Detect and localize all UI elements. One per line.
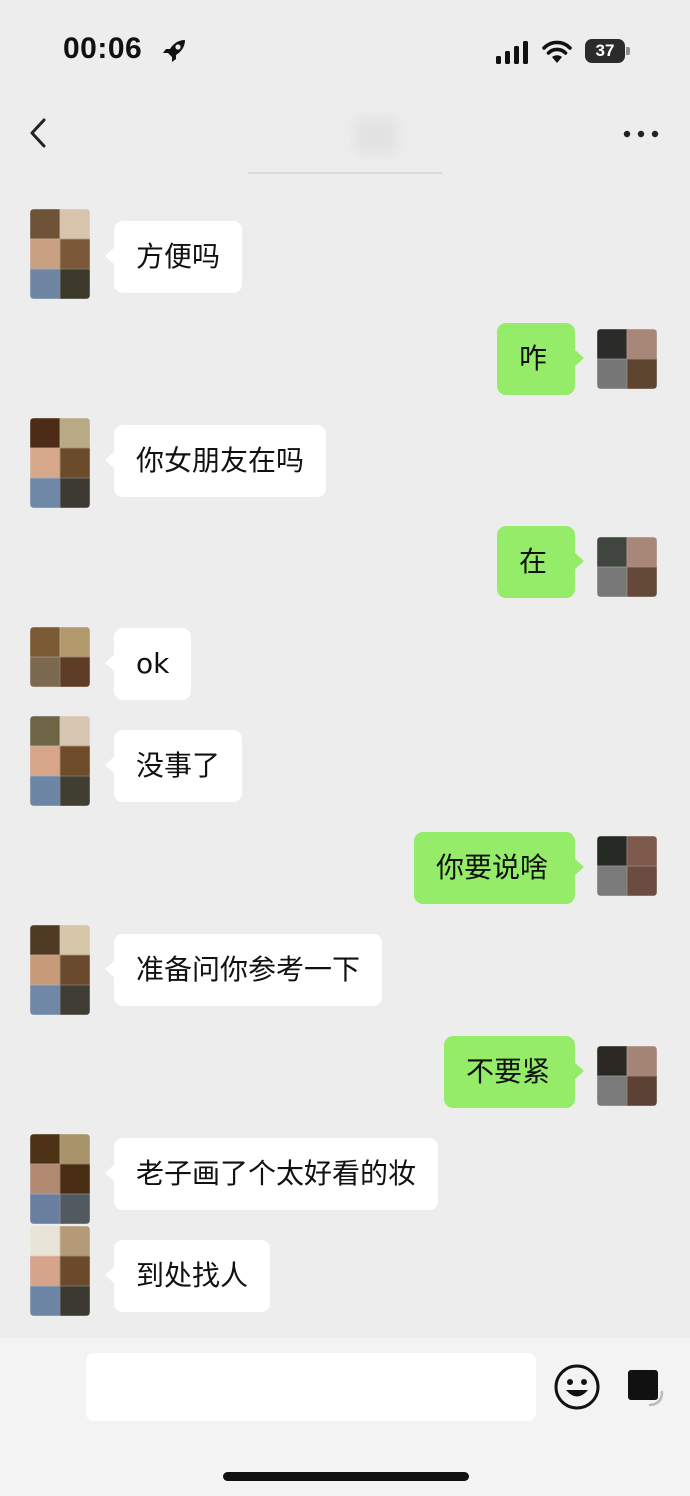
my-avatar[interactable]	[597, 836, 657, 896]
emoji-icon[interactable]	[553, 1363, 601, 1411]
more-icon[interactable]	[622, 128, 660, 140]
contact-avatar[interactable]	[30, 627, 90, 687]
status-bar: 00:06 37	[0, 0, 690, 100]
more-input-icon[interactable]	[624, 1366, 666, 1408]
chat-input-bar	[0, 1338, 690, 1496]
incoming-message-bubble[interactable]: 你女朋友在吗	[104, 425, 327, 497]
home-indicator	[223, 1472, 469, 1481]
back-chevron-icon[interactable]	[26, 116, 50, 150]
contact-avatar[interactable]	[30, 418, 90, 508]
contact-avatar[interactable]	[30, 925, 90, 1015]
incoming-message-bubble[interactable]: 没事了	[104, 730, 243, 802]
chat-nav-bar	[0, 100, 690, 174]
incoming-message-bubble[interactable]: 老子画了个太好看的妆	[104, 1138, 439, 1210]
incoming-message-bubble[interactable]: 准备问你参考一下	[104, 934, 383, 1006]
incoming-message-bubble[interactable]: 到处找人	[104, 1240, 271, 1312]
outgoing-message-bubble[interactable]: 不要紧	[444, 1036, 584, 1108]
contact-avatar[interactable]	[30, 1134, 90, 1224]
battery-icon: 37	[585, 39, 631, 63]
contact-avatar[interactable]	[30, 716, 90, 806]
outgoing-message-bubble[interactable]: 你要说啥	[414, 832, 584, 904]
rocket-icon	[163, 40, 185, 62]
contact-avatar[interactable]	[30, 209, 90, 299]
outgoing-message-bubble[interactable]: 在	[497, 526, 584, 598]
chat-title-blurred	[355, 118, 397, 154]
incoming-message-bubble[interactable]: 方便吗	[104, 221, 243, 293]
signal-icon	[496, 41, 528, 64]
outgoing-message-bubble[interactable]: 咋	[497, 323, 584, 395]
my-avatar[interactable]	[597, 1046, 657, 1106]
battery-cap	[626, 47, 630, 55]
contact-avatar[interactable]	[30, 1226, 90, 1316]
incoming-message-bubble[interactable]: ok	[104, 628, 192, 700]
my-avatar[interactable]	[597, 537, 657, 597]
battery-level: 37	[595, 41, 615, 60]
message-input[interactable]	[86, 1353, 536, 1421]
wifi-icon	[542, 40, 572, 63]
my-avatar[interactable]	[597, 329, 657, 389]
status-time: 00:06	[63, 32, 143, 65]
nav-divider	[248, 172, 442, 174]
